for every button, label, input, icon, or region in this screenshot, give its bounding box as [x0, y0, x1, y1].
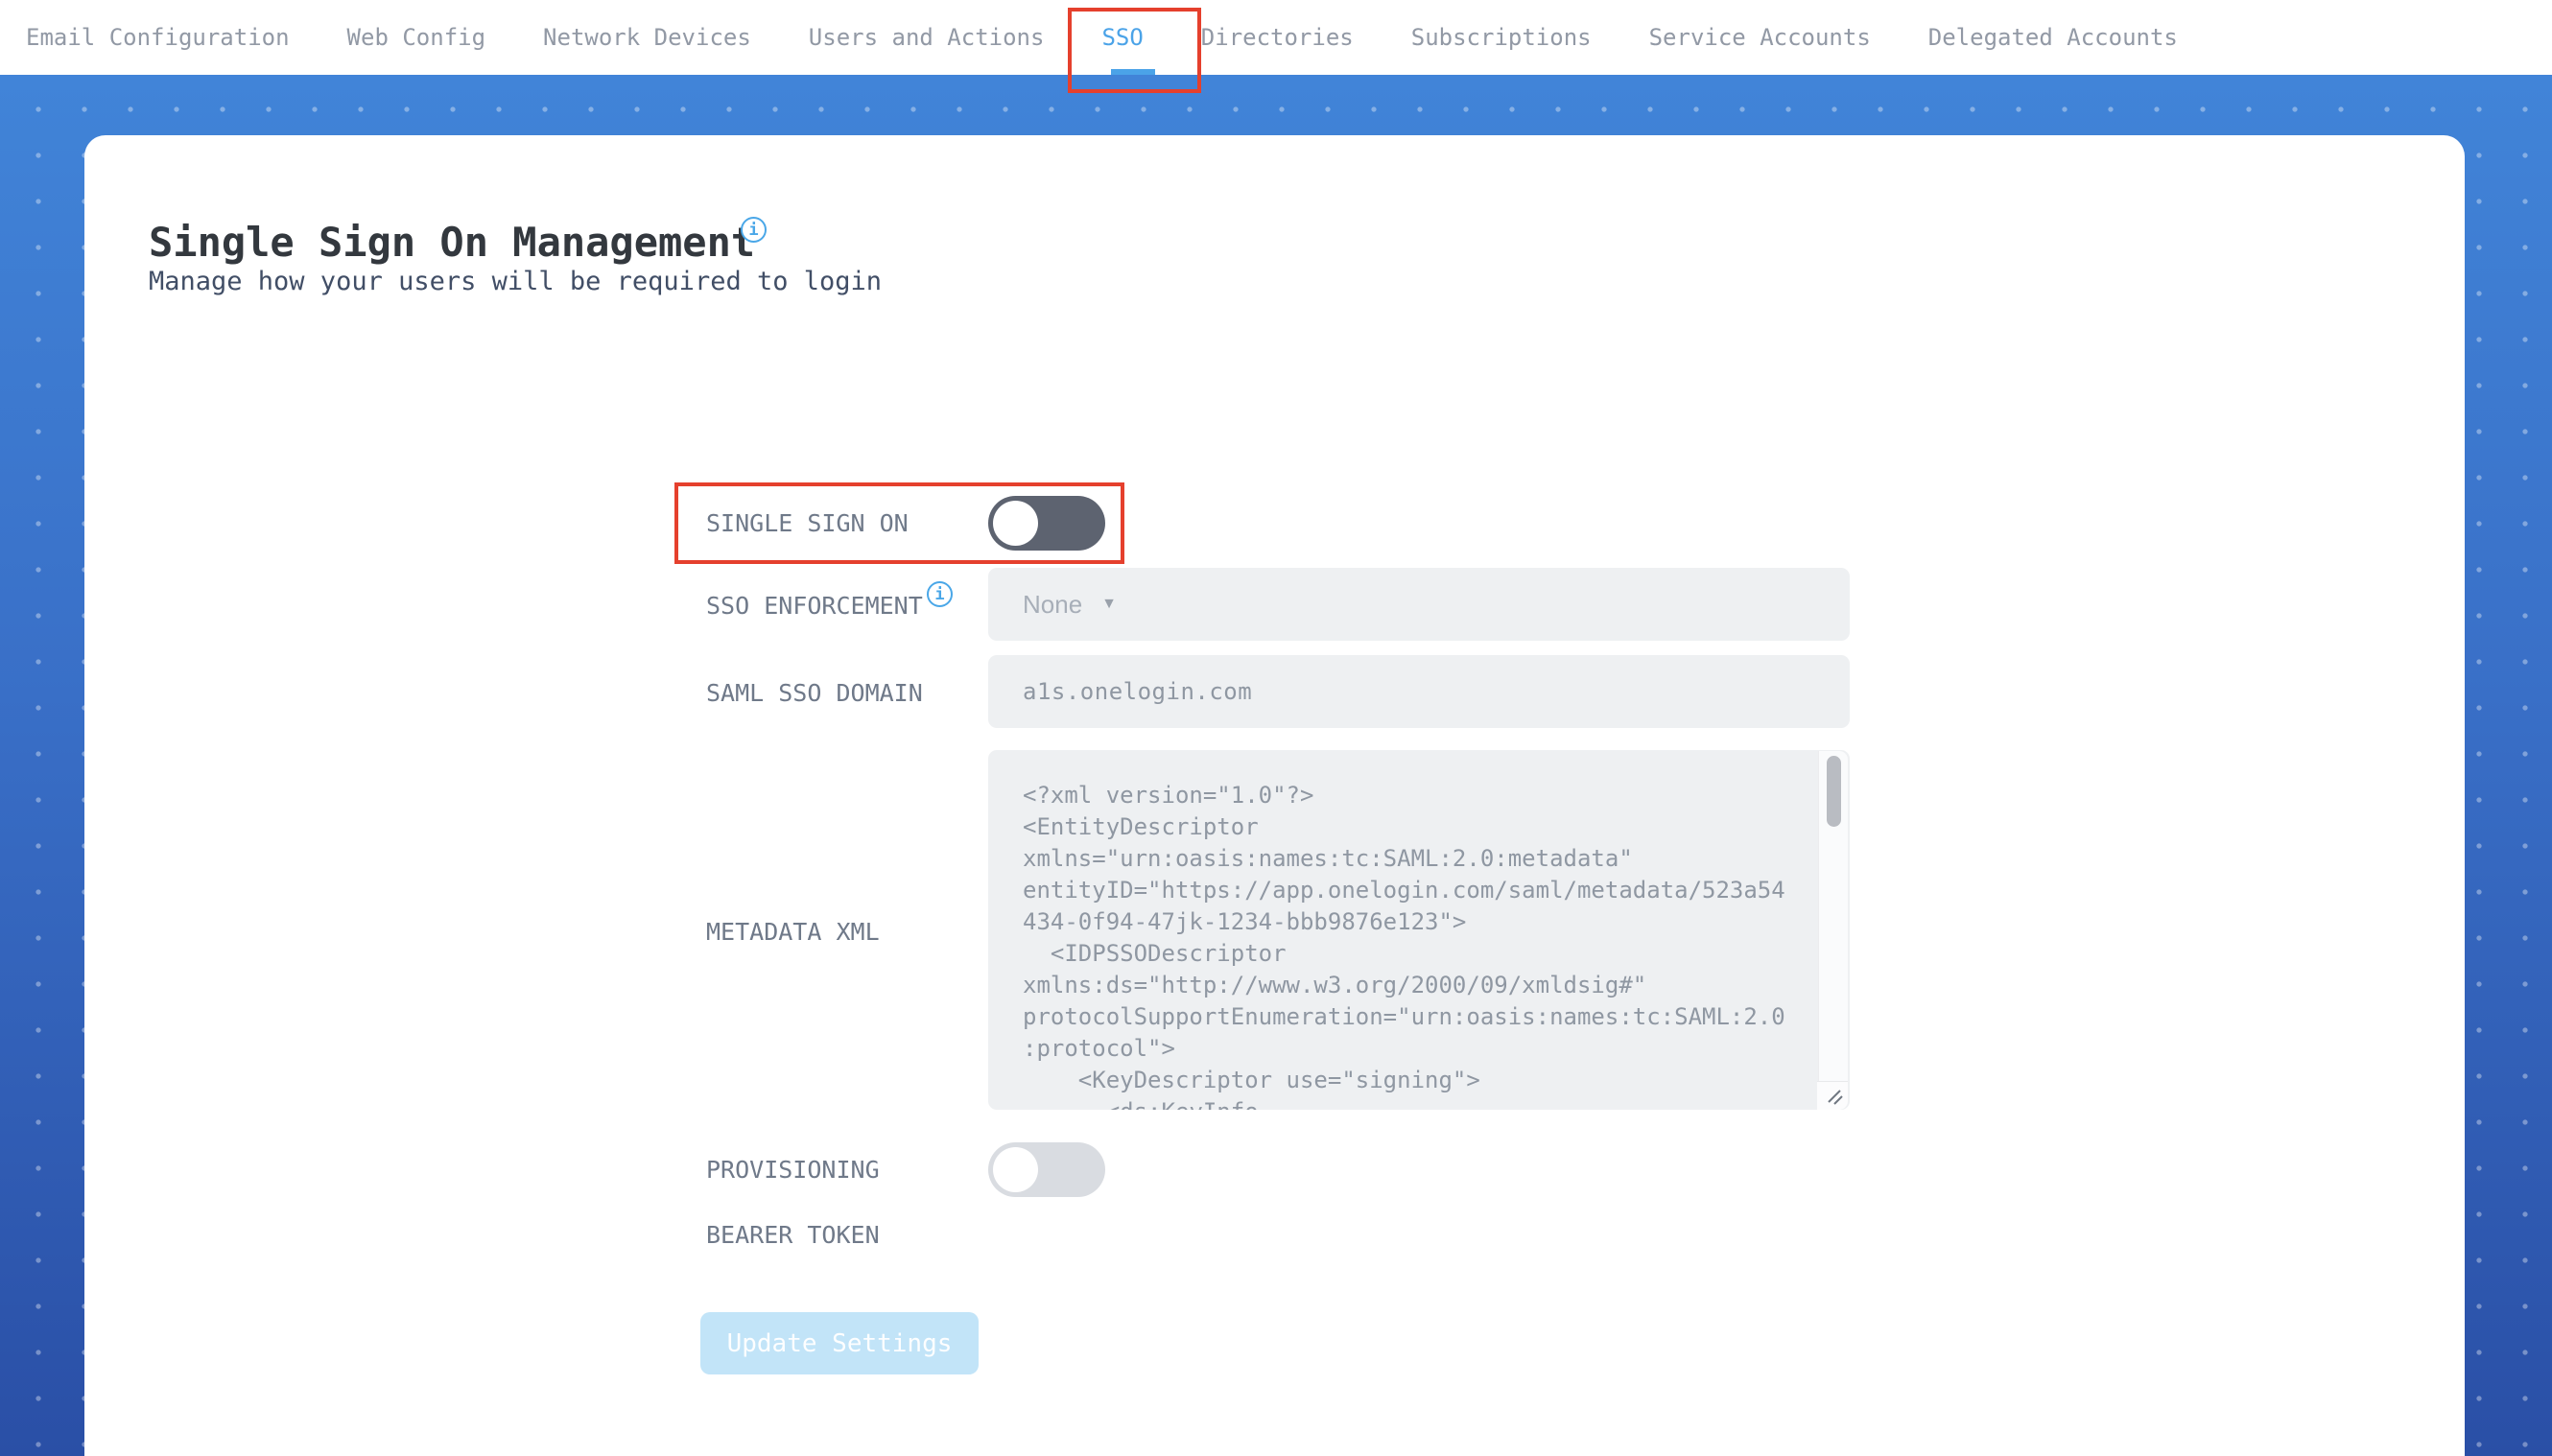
page-title: Single Sign On Management [149, 219, 756, 266]
active-tab-indicator [1111, 69, 1155, 75]
toggle-knob [993, 501, 1038, 546]
saml-sso-domain-input[interactable] [988, 655, 1850, 728]
top-nav: Email Configuration Web Config Network D… [0, 0, 2552, 75]
sso-enforcement-select[interactable]: None ▼ [988, 568, 1850, 641]
provisioning-toggle[interactable] [988, 1142, 1105, 1197]
metadata-xml-label: METADATA XML [706, 918, 880, 946]
tab-service-accounts[interactable]: Service Accounts [1649, 24, 1871, 51]
tab-email-configuration[interactable]: Email Configuration [26, 24, 290, 51]
tab-network-devices[interactable]: Network Devices [543, 24, 751, 51]
tab-users-and-actions[interactable]: Users and Actions [809, 24, 1045, 51]
textarea-resize-handle[interactable] [1817, 1081, 1848, 1110]
provisioning-label: PROVISIONING [706, 1156, 880, 1184]
sso-enforcement-value: None [1023, 589, 1083, 619]
page-subtitle: Manage how your users will be required t… [149, 267, 883, 296]
resize-grip-icon [1828, 1090, 1843, 1105]
single-sign-on-toggle[interactable] [988, 496, 1105, 551]
metadata-xml-content: <?xml version="1.0"?> <EntityDescriptor … [1023, 782, 1785, 1110]
enforcement-info-icon[interactable]: i [927, 581, 953, 607]
tab-web-config[interactable]: Web Config [347, 24, 486, 51]
toggle-knob [993, 1147, 1038, 1192]
single-sign-on-label: SINGLE SIGN ON [706, 509, 909, 537]
chevron-down-icon: ▼ [1101, 596, 1117, 612]
update-settings-button[interactable]: Update Settings [700, 1312, 979, 1374]
metadata-xml-textarea[interactable]: <?xml version="1.0"?> <EntityDescriptor … [988, 750, 1850, 1110]
tab-delegated-accounts[interactable]: Delegated Accounts [1928, 24, 2178, 51]
scrollbar-thumb[interactable] [1827, 756, 1841, 827]
tab-sso[interactable]: SSO [1101, 24, 1143, 51]
scrollbar-track[interactable] [1818, 751, 1848, 1081]
bearer-token-label: BEARER TOKEN [706, 1221, 880, 1249]
tab-directories[interactable]: Directories [1201, 24, 1354, 51]
saml-sso-domain-label: SAML SSO DOMAIN [706, 679, 923, 707]
sso-enforcement-label: SSO ENFORCEMENT [706, 592, 923, 620]
title-info-icon[interactable]: i [741, 217, 767, 243]
tab-subscriptions[interactable]: Subscriptions [1411, 24, 1592, 51]
